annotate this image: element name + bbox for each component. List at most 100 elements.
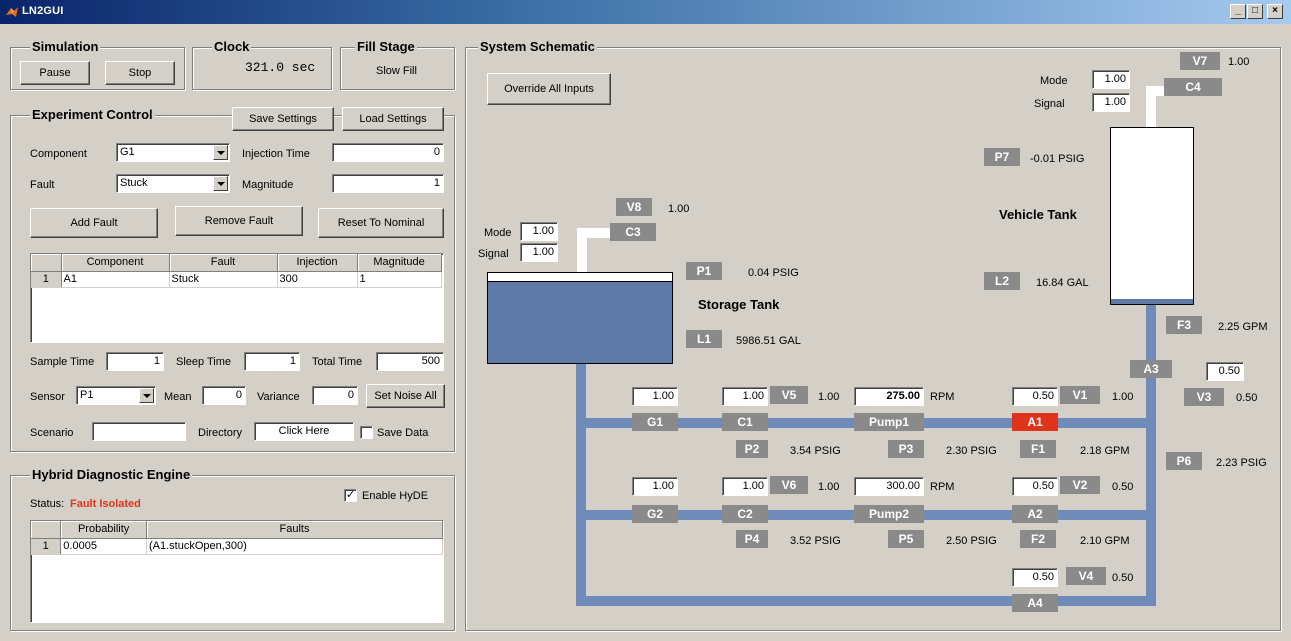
c3-signal-input[interactable]: 1.00 <box>520 243 558 262</box>
total-time-input[interactable]: 500 <box>376 352 444 371</box>
p4-tag[interactable]: P4 <box>736 530 768 548</box>
header-fault[interactable]: Fault <box>169 254 278 272</box>
v2-value: 0.50 <box>1112 481 1134 493</box>
a3-input[interactable]: 0.50 <box>1206 362 1244 381</box>
fault-table[interactable]: Component Fault Injection Magnitude 1 A1… <box>30 253 444 343</box>
header-probability[interactable]: Probability <box>60 521 147 539</box>
hyde-table[interactable]: Probability Faults 1 0.0005 (A1.stuckOpe… <box>30 520 444 623</box>
g1-tag[interactable]: G1 <box>632 413 678 431</box>
magnitude-input[interactable]: 1 <box>332 174 444 193</box>
v1-tag[interactable]: V1 <box>1060 386 1100 404</box>
pump1-tag[interactable]: Pump1 <box>854 413 924 431</box>
remove-fault-button[interactable]: Remove Fault <box>175 206 303 236</box>
f1-tag[interactable]: F1 <box>1020 440 1056 458</box>
injection-time-input[interactable]: 0 <box>332 143 444 162</box>
v3-tag[interactable]: V3 <box>1184 388 1224 406</box>
pipe-vehicle-down <box>1146 302 1156 606</box>
g2-tag[interactable]: G2 <box>632 505 678 523</box>
header-injection[interactable]: Injection <box>277 254 358 272</box>
mean-input[interactable]: 0 <box>202 386 246 405</box>
pump1-rpm-label: RPM <box>930 391 955 403</box>
sensor-label: Sensor <box>30 391 65 403</box>
clock-title: Clock <box>212 39 252 54</box>
cell-component[interactable]: A1 <box>61 271 170 288</box>
table-row[interactable]: 1 A1 Stuck 300 1 <box>31 271 442 288</box>
c4-mode-input[interactable]: 1.00 <box>1092 70 1130 89</box>
cell-faults[interactable]: (A1.stuckOpen,300) <box>146 538 443 555</box>
enable-hyde-checkbox[interactable]: ✓ <box>344 489 357 502</box>
scenario-input[interactable] <box>92 422 186 441</box>
header-corner <box>31 521 62 539</box>
cell-probability[interactable]: 0.0005 <box>60 538 147 555</box>
chevron-down-icon[interactable] <box>213 145 228 160</box>
p2-tag[interactable]: P2 <box>736 440 768 458</box>
l1-tag[interactable]: L1 <box>686 330 722 348</box>
v6-tag[interactable]: V6 <box>770 476 808 494</box>
a1-tag-fault[interactable]: A1 <box>1012 413 1058 431</box>
pump1-input[interactable]: 275.00 <box>854 387 924 406</box>
c1-tag[interactable]: C1 <box>722 413 768 431</box>
header-magnitude[interactable]: Magnitude <box>357 254 442 272</box>
header-faults[interactable]: Faults <box>146 521 443 539</box>
p5-tag[interactable]: P5 <box>888 530 924 548</box>
pump2-input[interactable]: 300.00 <box>854 477 924 496</box>
p3-tag[interactable]: P3 <box>888 440 924 458</box>
a3-tag[interactable]: A3 <box>1130 360 1172 378</box>
add-fault-button[interactable]: Add Fault <box>30 208 158 238</box>
v2-tag[interactable]: V2 <box>1060 476 1100 494</box>
cell-injection[interactable]: 300 <box>277 271 358 288</box>
enable-hyde-label: Enable HyDE <box>362 490 429 502</box>
c3-mode-input[interactable]: 1.00 <box>520 222 558 241</box>
c2-input[interactable]: 1.00 <box>722 477 768 496</box>
chevron-down-icon[interactable] <box>139 388 154 403</box>
table-row[interactable]: 1 0.0005 (A1.stuckOpen,300) <box>31 538 443 555</box>
g2-input[interactable]: 1.00 <box>632 477 678 496</box>
v7-tag[interactable]: V7 <box>1180 52 1220 70</box>
reset-to-nominal-button[interactable]: Reset To Nominal <box>318 208 444 238</box>
maximize-button[interactable]: □ <box>1247 4 1263 19</box>
pump2-tag[interactable]: Pump2 <box>854 505 924 523</box>
c4-signal-input[interactable]: 1.00 <box>1092 93 1130 112</box>
chevron-down-icon[interactable] <box>213 176 228 191</box>
p6-tag[interactable]: P6 <box>1166 452 1202 470</box>
c4-tag[interactable]: C4 <box>1164 78 1222 96</box>
v4-input[interactable]: 0.50 <box>1012 568 1058 587</box>
close-button[interactable]: × <box>1267 4 1283 19</box>
directory-input[interactable]: Click Here <box>254 422 354 441</box>
minimize-button[interactable]: _ <box>1230 4 1246 19</box>
c1-input[interactable]: 1.00 <box>722 387 768 406</box>
load-settings-button[interactable]: Load Settings <box>342 107 444 131</box>
a4-tag[interactable]: A4 <box>1012 594 1058 612</box>
v8-tag[interactable]: V8 <box>616 198 652 216</box>
save-settings-button[interactable]: Save Settings <box>232 107 334 131</box>
pause-button[interactable]: Pause <box>20 61 90 85</box>
sensor-select[interactable]: P1 <box>76 386 156 405</box>
l2-tag[interactable]: L2 <box>984 272 1020 290</box>
stop-button[interactable]: Stop <box>105 61 175 85</box>
variance-input[interactable]: 0 <box>312 386 358 405</box>
p7-tag[interactable]: P7 <box>984 148 1020 166</box>
override-all-inputs-button[interactable]: Override All Inputs <box>487 73 611 105</box>
v2-input[interactable]: 0.50 <box>1012 477 1058 496</box>
set-noise-all-button[interactable]: Set Noise All <box>366 384 445 408</box>
cell-magnitude[interactable]: 1 <box>357 271 442 288</box>
f2-tag[interactable]: F2 <box>1020 530 1056 548</box>
c3-tag[interactable]: C3 <box>610 223 656 241</box>
v4-tag[interactable]: V4 <box>1066 567 1106 585</box>
p5-value: 2.50 PSIG <box>946 535 997 547</box>
l2-value: 16.84 GAL <box>1036 277 1089 289</box>
c2-tag[interactable]: C2 <box>722 505 768 523</box>
v5-tag[interactable]: V5 <box>770 386 808 404</box>
component-select[interactable]: G1 <box>116 143 230 162</box>
f3-tag[interactable]: F3 <box>1166 316 1202 334</box>
header-component[interactable]: Component <box>61 254 170 272</box>
save-data-checkbox[interactable] <box>360 426 373 439</box>
a2-tag[interactable]: A2 <box>1012 505 1058 523</box>
v1-input[interactable]: 0.50 <box>1012 387 1058 406</box>
sample-time-input[interactable]: 1 <box>106 352 164 371</box>
fault-select[interactable]: Stuck <box>116 174 230 193</box>
g1-input[interactable]: 1.00 <box>632 387 678 406</box>
sleep-time-input[interactable]: 1 <box>244 352 300 371</box>
p1-tag[interactable]: P1 <box>686 262 722 280</box>
cell-fault[interactable]: Stuck <box>169 271 278 288</box>
